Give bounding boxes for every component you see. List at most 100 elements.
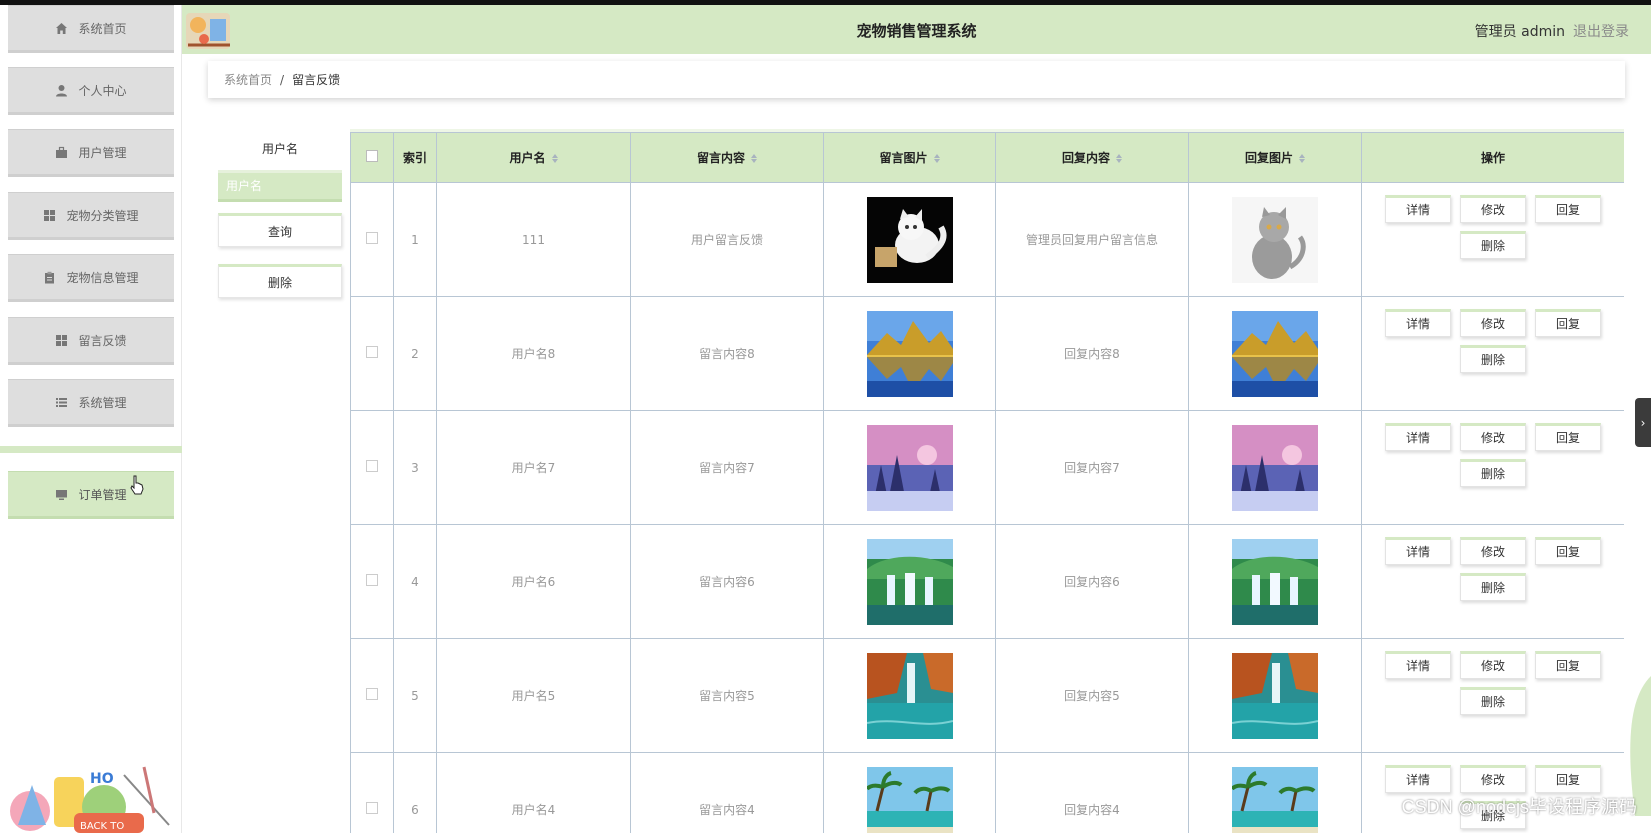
cell-content: 用户留言反馈 bbox=[630, 182, 824, 297]
row-checkbox[interactable] bbox=[366, 460, 378, 472]
reply-button[interactable]: 回复 bbox=[1535, 308, 1601, 337]
reply-button[interactable]: 回复 bbox=[1535, 536, 1601, 565]
delete-button[interactable]: 删除 bbox=[1460, 572, 1526, 601]
cell-reply: 回复内容4 bbox=[995, 752, 1189, 833]
message-image[interactable] bbox=[866, 310, 953, 397]
reply-image[interactable] bbox=[1232, 310, 1318, 397]
header-username[interactable]: 用户名 bbox=[436, 132, 631, 183]
cell-username: 111 bbox=[436, 182, 631, 297]
sidebar-item-users[interactable]: 用户管理 bbox=[8, 129, 174, 177]
message-image[interactable] bbox=[866, 766, 953, 833]
row-select-cell bbox=[350, 752, 394, 833]
query-button[interactable]: 查询 bbox=[218, 213, 342, 247]
cell-image bbox=[823, 410, 996, 525]
edit-button[interactable]: 修改 bbox=[1460, 422, 1526, 451]
detail-button[interactable]: 详情 bbox=[1385, 650, 1451, 679]
table-row: 5 用户名5 留言内容5 回复内容5 详情 修改 回复 删除 bbox=[350, 638, 1624, 753]
row-checkbox[interactable] bbox=[366, 574, 378, 586]
cell-username: 用户名7 bbox=[436, 410, 631, 525]
cell-username: 用户名5 bbox=[436, 638, 631, 753]
breadcrumb-home[interactable]: 系统首页 bbox=[224, 71, 272, 88]
row-checkbox[interactable] bbox=[366, 688, 378, 700]
sidebar-item-pet-category[interactable]: 宠物分类管理 bbox=[8, 192, 174, 240]
message-image[interactable] bbox=[866, 538, 953, 625]
reply-image[interactable] bbox=[1232, 538, 1318, 625]
reply-button[interactable]: 回复 bbox=[1535, 194, 1601, 223]
row-checkbox[interactable] bbox=[366, 232, 378, 244]
school-supplies-illustration: HO BACK TO bbox=[4, 755, 180, 833]
sidebar-item-profile[interactable]: 个人中心 bbox=[8, 67, 174, 115]
reply-image[interactable] bbox=[1232, 766, 1318, 833]
reply-image[interactable] bbox=[1232, 424, 1318, 511]
reply-image[interactable] bbox=[1232, 652, 1318, 739]
delete-button[interactable]: 删除 bbox=[1460, 230, 1526, 259]
reply-button[interactable]: 回复 bbox=[1535, 422, 1601, 451]
edit-button[interactable]: 修改 bbox=[1460, 194, 1526, 223]
sidebar-item-label: 留言反馈 bbox=[78, 333, 127, 348]
reply-button[interactable]: 回复 bbox=[1535, 764, 1601, 793]
art-back-to-text: BACK TO bbox=[80, 821, 124, 832]
header-label: 留言图片 bbox=[879, 151, 928, 165]
detail-button[interactable]: 详情 bbox=[1385, 194, 1451, 223]
detail-button[interactable]: 详情 bbox=[1385, 308, 1451, 337]
delete-button[interactable]: 删除 bbox=[1460, 458, 1526, 487]
detail-button[interactable]: 详情 bbox=[1385, 422, 1451, 451]
detail-button[interactable]: 详情 bbox=[1385, 764, 1451, 793]
right-drawer-toggle[interactable]: › bbox=[1635, 398, 1651, 447]
sidebar-item-home[interactable]: 系统首页 bbox=[8, 5, 174, 53]
sort-icon[interactable] bbox=[1299, 154, 1305, 163]
sort-icon[interactable] bbox=[1116, 154, 1122, 163]
message-image[interactable] bbox=[866, 652, 953, 739]
cell-reply-image bbox=[1188, 752, 1362, 833]
row-select-cell bbox=[350, 410, 394, 525]
row-checkbox[interactable] bbox=[366, 802, 378, 814]
sidebar-item-feedback[interactable]: 留言反馈 bbox=[8, 317, 174, 365]
detail-button[interactable]: 详情 bbox=[1385, 536, 1451, 565]
edit-button[interactable]: 修改 bbox=[1460, 536, 1526, 565]
row-checkbox[interactable] bbox=[366, 346, 378, 358]
cell-index: 4 bbox=[393, 524, 437, 639]
reply-image[interactable] bbox=[1232, 196, 1318, 283]
batch-delete-button[interactable]: 删除 bbox=[218, 264, 342, 298]
edit-button[interactable]: 修改 bbox=[1460, 764, 1526, 793]
search-label: 用户名 bbox=[261, 142, 298, 156]
username-search-input[interactable] bbox=[218, 170, 342, 202]
sidebar-item-label: 系统首页 bbox=[78, 21, 127, 36]
sidebar: 系统首页 个人中心 用户管理 宠物分类管理 宠物信息管理 留言反馈 系统管理 订… bbox=[0, 5, 182, 833]
row-select-cell bbox=[350, 524, 394, 639]
delete-button[interactable]: 删除 bbox=[1460, 686, 1526, 715]
cell-reply-image bbox=[1188, 182, 1362, 297]
cell-content: 留言内容6 bbox=[630, 524, 824, 639]
header-reply[interactable]: 回复内容 bbox=[995, 132, 1189, 183]
cell-reply: 回复内容8 bbox=[995, 296, 1189, 411]
cell-index: 1 bbox=[393, 182, 437, 297]
message-image[interactable] bbox=[866, 196, 953, 283]
sort-icon[interactable] bbox=[933, 154, 940, 163]
sidebar-item-pet-info[interactable]: 宠物信息管理 bbox=[8, 254, 174, 302]
header-image[interactable]: 留言图片 bbox=[823, 132, 996, 183]
header-content[interactable]: 留言内容 bbox=[630, 132, 824, 183]
logout-link[interactable]: 退出登录 bbox=[1573, 24, 1629, 40]
select-all-checkbox[interactable] bbox=[366, 150, 378, 162]
row-select-cell bbox=[350, 638, 394, 753]
top-header: 宠物销售管理系统 管理员 admin 退出登录 bbox=[182, 5, 1651, 54]
edit-button[interactable]: 修改 bbox=[1460, 308, 1526, 337]
sidebar-item-system[interactable]: 系统管理 bbox=[8, 379, 174, 427]
cell-reply: 回复内容7 bbox=[995, 410, 1189, 525]
user-info: 管理员 admin 退出登录 bbox=[1475, 21, 1629, 41]
edit-button[interactable]: 修改 bbox=[1460, 650, 1526, 679]
cell-reply: 管理员回复用户留言信息 bbox=[995, 182, 1189, 297]
sidebar-item-orders[interactable]: 订单管理 bbox=[8, 471, 174, 519]
breadcrumb: 系统首页 / 留言反馈 bbox=[208, 61, 1625, 98]
clipboard-icon bbox=[43, 271, 56, 284]
sort-icon[interactable] bbox=[551, 154, 558, 163]
cell-content: 留言内容5 bbox=[630, 638, 824, 753]
table-row: 1 111 用户留言反馈 管理员回复用户留言信息 详情 修改 回复 删除 bbox=[350, 182, 1624, 297]
reply-button[interactable]: 回复 bbox=[1535, 650, 1601, 679]
cell-index: 2 bbox=[393, 296, 437, 411]
cell-image bbox=[823, 752, 996, 833]
message-image[interactable] bbox=[866, 424, 953, 511]
header-reply-image[interactable]: 回复图片 bbox=[1188, 132, 1362, 183]
delete-button[interactable]: 删除 bbox=[1460, 344, 1526, 373]
sort-icon[interactable] bbox=[751, 154, 757, 163]
